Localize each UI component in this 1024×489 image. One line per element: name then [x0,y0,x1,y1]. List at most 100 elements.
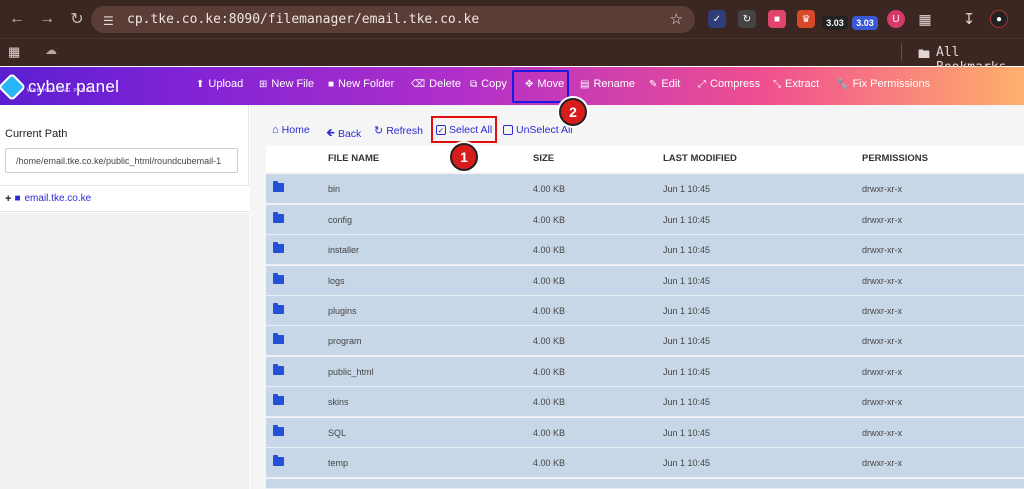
extension-counter-1[interactable]: 3.03 [822,16,848,30]
table-row[interactable]: config 4.00 KB Jun 1 10:45 drwxr-xr-x [266,205,1024,235]
bookmarks-divider [901,43,902,61]
compress-label: Compress [710,78,761,90]
checkbox-empty-icon [503,125,513,135]
bookmark-star-icon[interactable]: ☆ [670,10,683,28]
file-modified: Jun 1 10:45 [663,306,711,316]
bookmark-item-icon[interactable]: ☁ [45,43,57,57]
file-modified: Jun 1 10:45 [663,367,711,377]
edit-icon: ✎ [649,78,658,90]
folder-icon [273,303,284,314]
extension-chat-icon[interactable]: ■ [768,10,786,28]
file-name[interactable]: temp [328,458,348,468]
extension-crown-icon[interactable]: ♛ [797,10,815,28]
table-row[interactable]: program 4.00 KB Jun 1 10:45 drwxr-xr-x [266,326,1024,356]
file-size: 4.00 KB [533,276,566,286]
file-permissions: drwxr-xr-x [862,428,902,438]
table-row[interactable]: bin 4.00 KB Jun 1 10:45 drwxr-xr-x [266,174,1024,204]
folder-icon [273,333,284,344]
extension-shield-icon[interactable]: ✓ [708,10,726,28]
file-name[interactable]: skins [328,397,349,407]
tree-item-root[interactable]: + ■ email.tke.co.ke [0,185,249,212]
new-folder-label: New Folder [338,78,395,90]
header-last-modified[interactable]: LAST MODIFIED [663,153,737,164]
header-file-name[interactable]: FILE NAME [328,153,379,164]
file-name[interactable]: SQL [328,428,346,438]
table-row[interactable]: temp 4.00 KB Jun 1 10:45 drwxr-xr-x [266,448,1024,478]
header-permissions[interactable]: PERMISSIONS [862,153,928,164]
expand-plus-icon[interactable]: + [5,193,11,205]
back-button[interactable]: 🡸 Back [326,124,361,143]
current-path-input[interactable]: /home/email.tke.co.ke/public_html/roundc… [5,148,238,173]
file-name[interactable]: public_html [328,367,374,377]
delete-button[interactable]: ⌫ Delete [411,78,461,90]
file-modified: Jun 1 10:45 [663,458,711,468]
file-modified: Jun 1 10:45 [663,397,711,407]
file-permissions: drwxr-xr-x [862,215,902,225]
reload-icon[interactable]: ↻ [64,6,90,32]
extension-refresh-icon[interactable]: ↻ [738,10,756,28]
rename-button[interactable]: ▤ Rename [580,78,635,90]
download-icon[interactable]: ↧ [960,10,978,28]
folder-icon [273,455,284,466]
home-button[interactable]: ⌂ Home [272,124,310,136]
file-size: 4.00 KB [533,245,566,255]
upload-button[interactable]: ⬆ Upload [196,78,243,90]
file-size: 4.00 KB [533,336,566,346]
table-row[interactable]: installer 4.00 KB Jun 1 10:45 drwxr-xr-x [266,235,1024,265]
wrench-icon: 🔧 [836,78,849,90]
table-row[interactable]: logs 4.00 KB Jun 1 10:45 drwxr-xr-x [266,266,1024,296]
file-text-icon: ▤ [580,78,590,90]
file-permissions: drwxr-xr-x [862,245,902,255]
brand-tagline: WEB HOSTING PANEL [27,88,94,94]
unselect-all-button[interactable]: UnSelect All [503,124,573,136]
url-text[interactable]: cp.tke.co.ke:8090/filemanager/email.tke.… [127,12,479,27]
header-size[interactable]: SIZE [533,153,554,164]
site-settings-icon[interactable]: ☰ [103,14,117,28]
cyberpanel-logo[interactable]: cyber panel [0,72,120,102]
table-row[interactable]: skins 4.00 KB Jun 1 10:45 drwxr-xr-x [266,387,1024,417]
brand-name: cyber panel [28,77,120,96]
step-badge-2: 2 [559,98,587,126]
extract-button[interactable]: ⤡ Extract [773,78,819,90]
folder-icon [273,364,284,375]
file-permissions: drwxr-xr-x [862,458,902,468]
file-name[interactable]: config [328,215,352,225]
plus-square-icon: ⊞ [259,78,268,90]
file-name[interactable]: installer [328,245,359,255]
extension-u-icon[interactable]: U [887,10,905,28]
select-all-highlight-box [431,116,497,143]
new-file-button[interactable]: ⊞ New File [259,78,314,90]
file-size: 4.00 KB [533,367,566,377]
file-name[interactable]: program [328,336,362,346]
address-bar[interactable]: ☰ cp.tke.co.ke:8090/filemanager/email.tk… [91,6,695,33]
arrow-left-icon: 🡸 [326,127,335,139]
apps-grid-icon[interactable]: ▦ [8,44,20,60]
edit-button[interactable]: ✎ Edit [649,78,680,90]
extensions-puzzle-icon[interactable]: ▦ [916,10,934,28]
file-permissions: drwxr-xr-x [862,184,902,194]
compress-button[interactable]: ⤢ Compress [698,78,760,90]
copy-button[interactable]: ⧉ Copy [470,78,507,90]
file-name[interactable]: plugins [328,306,357,316]
back-label: Back [337,127,362,140]
forward-arrow-icon[interactable]: → [34,6,60,32]
home-icon: ⌂ [272,124,279,136]
table-row[interactable]: SQL 4.00 KB Jun 1 10:45 drwxr-xr-x [266,418,1024,448]
folder-icon [273,212,284,223]
new-folder-button[interactable]: ■ New Folder [328,78,394,90]
refresh-button[interactable]: ↻ Refresh [374,124,423,138]
file-permissions: drwxr-xr-x [862,397,902,407]
fix-permissions-button[interactable]: 🔧 Fix Permissions [836,78,930,90]
table-row[interactable]: plugins 4.00 KB Jun 1 10:45 drwxr-xr-x [266,296,1024,326]
file-name[interactable]: logs [328,276,345,286]
extension-counter-2[interactable]: 3.03 [852,16,878,30]
step-badge-1: 1 [450,143,478,171]
table-row[interactable]: public_html 4.00 KB Jun 1 10:45 drwxr-xr-x [266,357,1024,387]
file-name[interactable]: bin [328,184,340,194]
upload-icon: ⬆ [196,78,205,90]
back-arrow-icon[interactable]: ← [4,6,30,32]
profile-avatar[interactable]: ● [990,10,1008,28]
move-highlight-box [512,70,569,103]
tree-item-label[interactable]: email.tke.co.ke [24,193,91,204]
folder-icon: 🖿 [918,47,931,61]
